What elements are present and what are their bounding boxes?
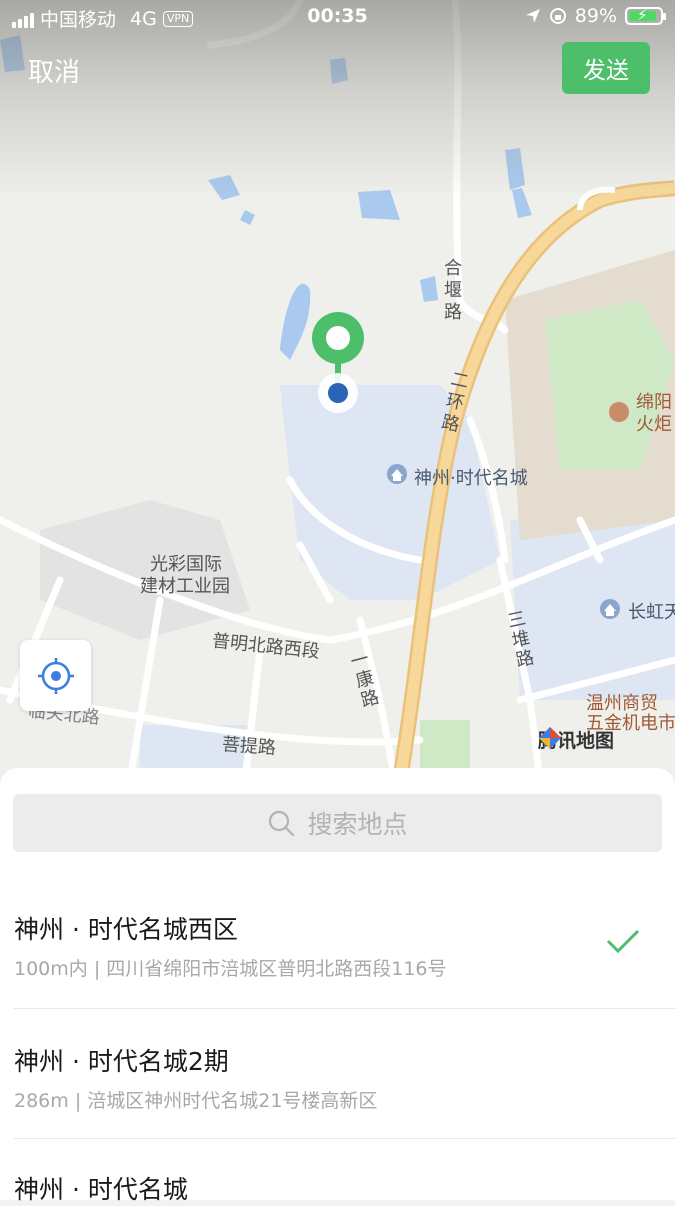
- list-item[interactable]: 神州 · 时代名城西区 100m内 | 四川省绵阳市涪城区普明北路西段116号: [0, 868, 675, 1009]
- orientation-lock-icon: [549, 8, 566, 24]
- battery-icon: ⚡: [625, 6, 666, 25]
- result-address: 286m | 涪城区神州时代名城21号楼高新区: [14, 1090, 378, 1112]
- list-item[interactable]: 神州 · 时代名城: [0, 1138, 675, 1204]
- location-results-sheet: 搜索地点 神州 · 时代名城西区 100m内 | 四川省绵阳市涪城区普明北路西段…: [0, 768, 675, 1204]
- road-label-puti: 菩提路: [221, 734, 277, 759]
- result-name: 神州 · 时代名城: [14, 1175, 188, 1204]
- road-label-hexy: 合堰路: [444, 258, 462, 323]
- search-input[interactable]: 搜索地点: [13, 794, 662, 852]
- battery-percent: 89%: [574, 5, 617, 27]
- poi-label-guangcai: 光彩国际 建材工业园: [140, 554, 230, 597]
- list-item[interactable]: 神州 · 时代名城2期 286m | 涪城区神州时代名城21号楼高新区: [0, 1008, 675, 1139]
- locate-me-button[interactable]: [20, 640, 91, 711]
- poi-label-shenzhou: 神州·时代名城: [414, 468, 528, 489]
- search-placeholder: 搜索地点: [307, 810, 408, 839]
- map-provider-logo: 腾讯地图: [538, 726, 614, 753]
- poi-label-changhong: 长虹天: [628, 602, 675, 623]
- cancel-button[interactable]: 取消: [28, 52, 80, 89]
- status-bar: 中国移动 4G VPN 00:35 89% ⚡: [0, 0, 675, 34]
- crosshair-icon: [37, 657, 74, 694]
- tencent-map-icon: [539, 727, 561, 749]
- map-view[interactable]: 合堰路 二环路 神州·时代名城 光彩国际 建材工业园 普明北路西段 一康路 三堆…: [0, 0, 675, 780]
- send-button[interactable]: 发送: [562, 42, 650, 94]
- location-arrow-icon: [525, 9, 540, 23]
- search-icon: [269, 810, 295, 837]
- result-name: 神州 · 时代名城西区: [14, 915, 238, 944]
- checkmark-icon: [606, 929, 640, 954]
- result-name: 神州 · 时代名城2期: [14, 1047, 229, 1076]
- poi-label-mianyang: 绵阳 火炬: [636, 392, 672, 435]
- result-address: 100m内 | 四川省绵阳市涪城区普明北路西段116号: [14, 958, 447, 980]
